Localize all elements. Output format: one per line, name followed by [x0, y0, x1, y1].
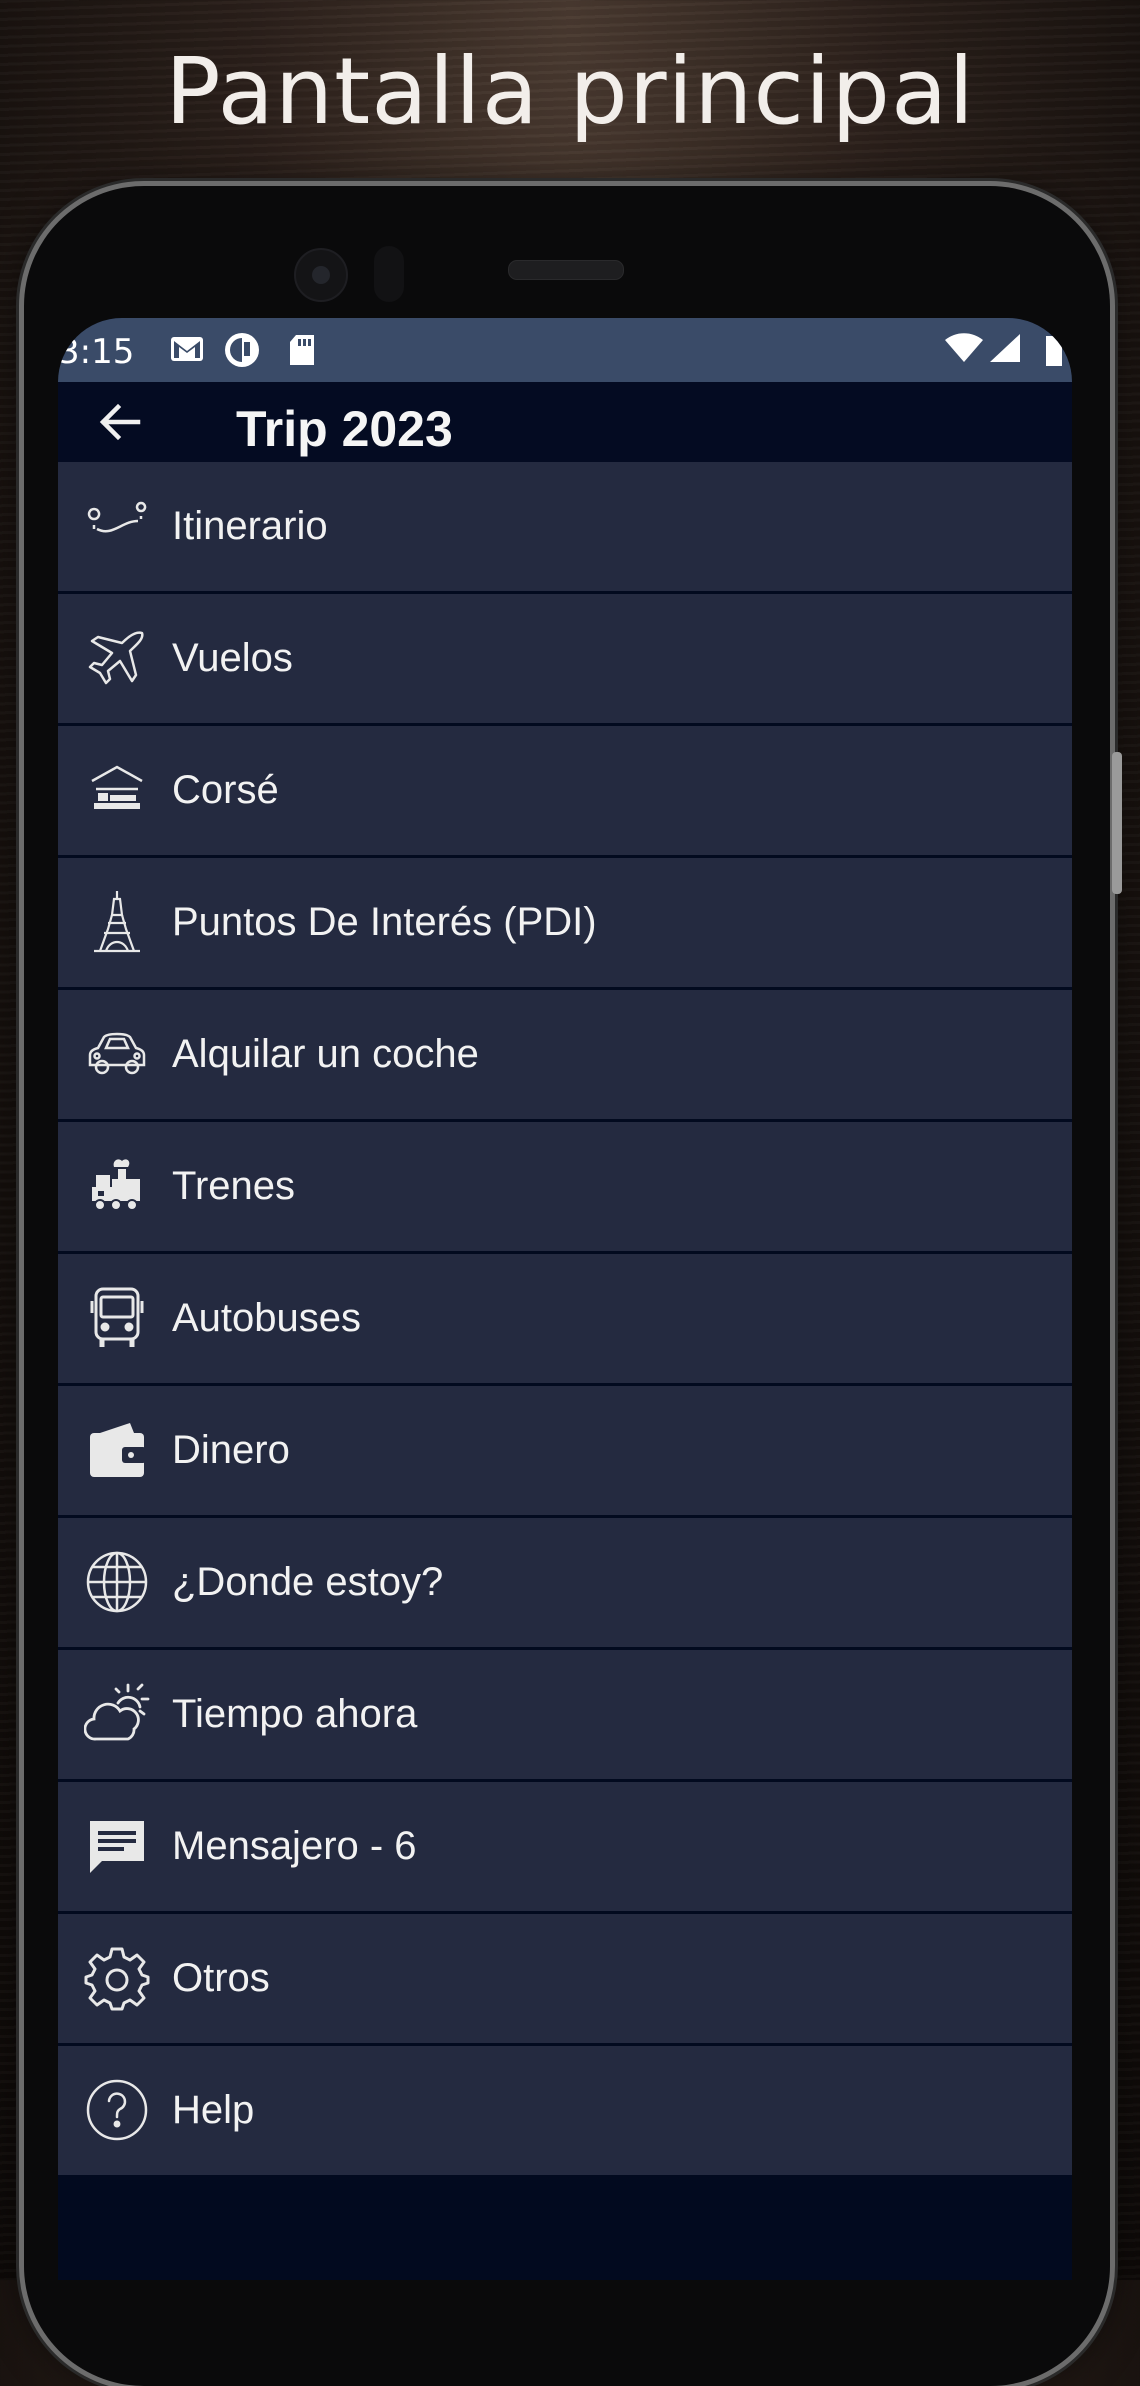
menu-item-label: Itinerario: [172, 504, 328, 548]
eiffel-tower-icon: [84, 889, 150, 955]
proximity-sensor: [374, 246, 404, 302]
bus-icon: [84, 1285, 150, 1351]
menu-item-alquilar-coche[interactable]: Alquilar un coche: [58, 990, 1072, 1119]
menu-item-mensajero[interactable]: Mensajero - 6: [58, 1782, 1072, 1911]
menu-item-corse[interactable]: Corsé: [58, 726, 1072, 855]
train-icon: [84, 1153, 150, 1219]
menu-item-vuelos[interactable]: Vuelos: [58, 594, 1072, 723]
menu-item-dinero[interactable]: Dinero: [58, 1386, 1072, 1515]
menu-item-itinerario[interactable]: Itinerario: [58, 462, 1072, 591]
menu-item-label: Vuelos: [172, 636, 293, 680]
menu-item-label: Autobuses: [172, 1296, 362, 1340]
menu-item-trenes[interactable]: Trenes: [58, 1122, 1072, 1251]
phone-side-button: [1112, 752, 1122, 894]
menu-item-label: Help: [172, 2088, 255, 2132]
arrow-left-icon[interactable]: [94, 396, 146, 448]
circle-app-icon: [224, 332, 260, 368]
menu-item-label: Corsé: [172, 768, 279, 812]
status-time: 3:15: [58, 332, 135, 372]
menu-item-otros[interactable]: Otros: [58, 1914, 1072, 2043]
gear-icon: [84, 1945, 150, 2011]
menu-item-donde-estoy[interactable]: ¿Donde estoy?: [58, 1518, 1072, 1647]
menu-item-label: Tiempo ahora: [172, 1692, 418, 1736]
menu-item-label: Trenes: [172, 1164, 296, 1208]
battery-icon: [1044, 332, 1064, 366]
menu-item-label: Puntos De Interés (PDI): [172, 900, 597, 944]
app-bar: Trip 2023: [58, 382, 1072, 462]
airplane-icon: [84, 625, 150, 691]
gmail-icon: [170, 336, 204, 362]
front-camera: [294, 248, 348, 302]
menu-item-label: Dinero: [172, 1428, 290, 1472]
signal-icon: [988, 332, 1022, 364]
weather-icon: [84, 1681, 150, 1747]
earpiece-speaker: [508, 260, 624, 280]
main-menu: Itinerario Vuelos Corsé Puntos De Interé…: [58, 462, 1072, 2178]
phone-screen: 3:15 Trip 2023 Itinerario Vuelos Corsé P…: [58, 318, 1072, 2280]
status-bar: 3:15: [58, 318, 1072, 382]
menu-item-pdi[interactable]: Puntos De Interés (PDI): [58, 858, 1072, 987]
route-icon: [84, 493, 150, 559]
wifi-icon: [944, 332, 984, 364]
menu-item-label: Mensajero - 6: [172, 1824, 417, 1868]
message-icon: [84, 1813, 150, 1879]
page-headline: Pantalla principal: [165, 38, 975, 145]
help-icon: [84, 2077, 150, 2143]
sd-card-icon: [288, 334, 316, 366]
menu-item-label: Otros: [172, 1956, 270, 2000]
menu-item-autobuses[interactable]: Autobuses: [58, 1254, 1072, 1383]
menu-item-tiempo-ahora[interactable]: Tiempo ahora: [58, 1650, 1072, 1779]
globe-icon: [84, 1549, 150, 1615]
wallet-icon: [84, 1417, 150, 1483]
menu-item-help[interactable]: Help: [58, 2046, 1072, 2175]
car-icon: [84, 1021, 150, 1087]
hotel-bed-icon: [84, 757, 150, 823]
page-title: Trip 2023: [236, 401, 453, 457]
menu-item-label: ¿Donde estoy?: [172, 1560, 444, 1604]
menu-item-label: Alquilar un coche: [172, 1032, 479, 1076]
